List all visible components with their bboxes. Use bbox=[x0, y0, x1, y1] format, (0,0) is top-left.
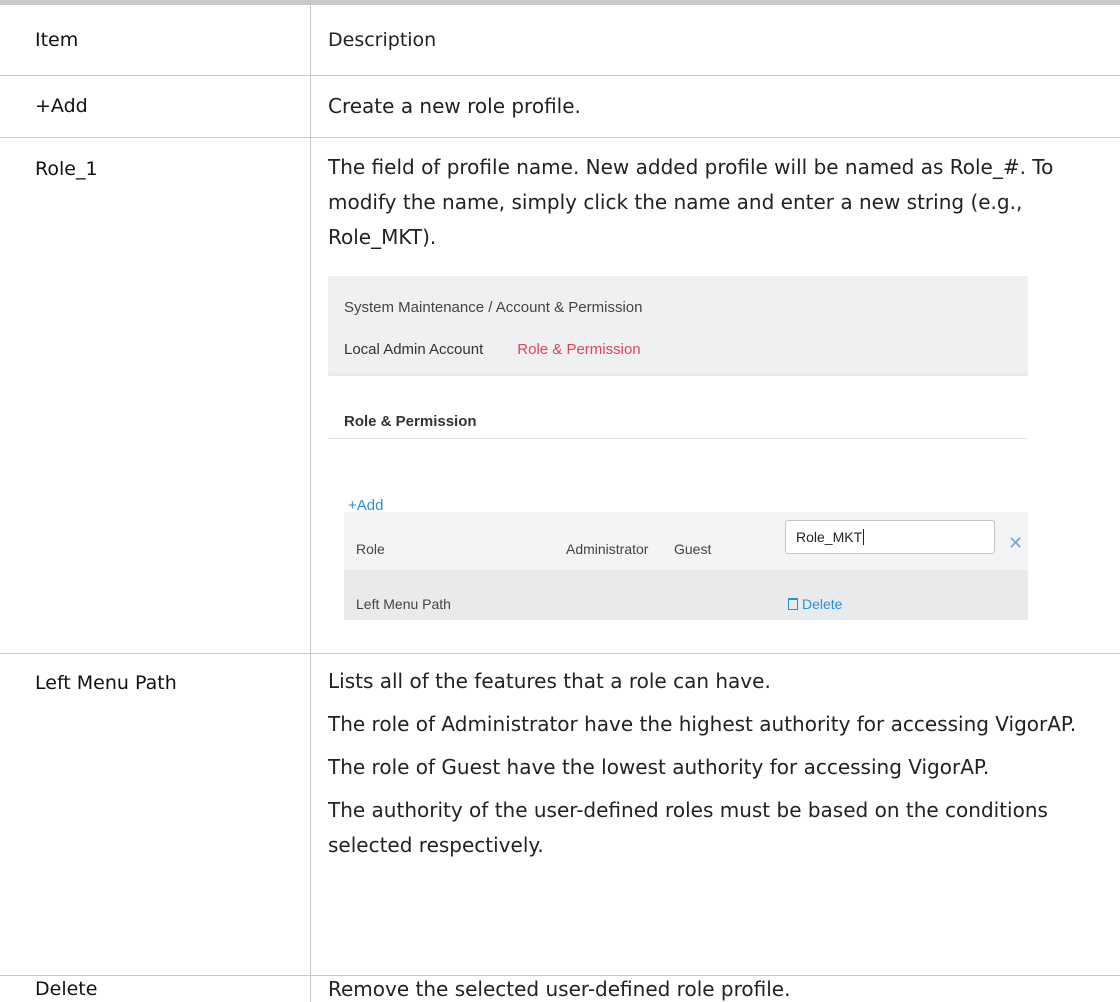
text-cursor bbox=[863, 529, 865, 545]
description-text: Lists all of the features that a role ca… bbox=[328, 669, 771, 693]
tab-bar: Local Admin Account Role & Permission bbox=[344, 332, 693, 380]
row-item-label: Delete bbox=[0, 976, 311, 1002]
divider bbox=[328, 438, 1028, 439]
breadcrumb: System Maintenance / Account & Permissio… bbox=[344, 299, 643, 316]
column-role: Role bbox=[356, 541, 385, 557]
close-icon[interactable]: ✕ bbox=[1008, 526, 1023, 561]
table-header-row: Item Description bbox=[0, 5, 1120, 76]
row-item-label: Role_1 bbox=[0, 138, 311, 653]
panel-title: Role & Permission bbox=[344, 413, 477, 430]
column-administrator: Administrator bbox=[566, 541, 649, 557]
left-menu-path-label: Left Menu Path bbox=[356, 596, 451, 612]
document-table: Item Description +Add Create a new role … bbox=[0, 0, 1120, 1002]
delete-label: Delete bbox=[802, 596, 843, 612]
column-guest: Guest bbox=[674, 541, 712, 557]
tab-role-permission[interactable]: Role & Permission bbox=[499, 332, 659, 380]
table-row: +Add Create a new role profile. bbox=[0, 76, 1120, 138]
partial-row bbox=[344, 620, 1028, 622]
left-menu-path-row: Left Menu Path Delete bbox=[344, 570, 1028, 620]
table-row: Delete Remove the selected user-defined … bbox=[0, 976, 1120, 1002]
table-row: Left Menu Path Lists all of the features… bbox=[0, 654, 1120, 976]
role-name-value: Role_MKT bbox=[796, 529, 863, 545]
description-text: The role of Guest have the lowest author… bbox=[328, 755, 990, 779]
tab-local-admin-account[interactable]: Local Admin Account bbox=[344, 332, 483, 380]
header-item: Item bbox=[0, 5, 311, 75]
row-item-label: Left Menu Path bbox=[0, 654, 311, 975]
row-description: Create a new role profile. bbox=[311, 76, 1120, 137]
description-text: The field of profile name. New added pro… bbox=[328, 155, 1054, 249]
description-text: Remove the selected user-defined role pr… bbox=[328, 977, 791, 1001]
delete-button[interactable]: Delete bbox=[788, 587, 842, 622]
row-description: The field of profile name. New added pro… bbox=[311, 138, 1120, 653]
row-description: Lists all of the features that a role ca… bbox=[311, 654, 1120, 975]
row-item-label: +Add bbox=[0, 76, 311, 137]
row-description: Remove the selected user-defined role pr… bbox=[311, 976, 1120, 1002]
description-text: The authority of the user-defined roles … bbox=[328, 798, 1048, 857]
role-permission-panel: Role & Permission +Add Role Administrato… bbox=[328, 376, 1028, 622]
description-text: The role of Administrator have the highe… bbox=[328, 712, 1077, 736]
header-description: Description bbox=[328, 29, 437, 51]
description-text: Create a new role profile. bbox=[328, 94, 581, 118]
trash-icon bbox=[788, 598, 798, 610]
table-row: Role_1 The field of profile name. New ad… bbox=[0, 138, 1120, 654]
role-name-input[interactable]: Role_MKT bbox=[785, 520, 995, 554]
role-table-header: Role Administrator Guest Role_MKT ✕ bbox=[344, 512, 1028, 570]
embedded-screenshot: System Maintenance / Account & Permissio… bbox=[328, 276, 1028, 622]
